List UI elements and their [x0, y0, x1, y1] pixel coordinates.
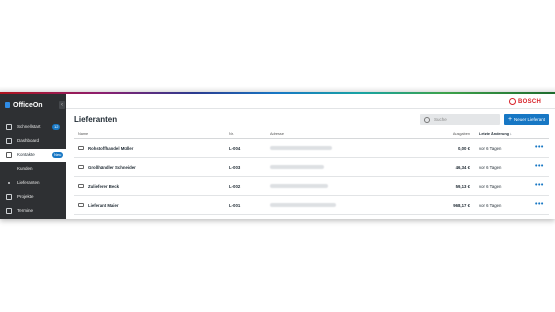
supplier-number: L-003: [229, 165, 241, 170]
folder-icon: [6, 194, 12, 200]
supplier-number: L-001: [229, 203, 241, 208]
truck-icon: [78, 203, 84, 207]
sidebar-item-label: Schnellstart: [17, 124, 41, 129]
plus-icon: +: [508, 116, 513, 123]
address-blurred: [270, 146, 332, 150]
new-supplier-button[interactable]: + Neuer Lieferant: [504, 114, 549, 125]
app-logo[interactable]: OfficeOn: [5, 100, 43, 110]
app-name: OfficeOn: [13, 101, 43, 109]
brand-logo: BOSCH: [509, 98, 541, 105]
table-row[interactable]: Lieferant Maier L-001 968,17 € vor 6 Tag…: [74, 196, 549, 215]
sidebar-item-label: Kontakte: [17, 152, 35, 157]
sidebar-item-label: Dashboard: [17, 138, 40, 143]
page-title: Lieferanten: [74, 115, 118, 124]
column-header-address[interactable]: Adresse: [270, 132, 284, 136]
main-content: BOSCH Lieferanten Suche + Neuer Lieferan…: [66, 94, 555, 219]
search-input[interactable]: Suche: [420, 114, 500, 125]
supplier-name: Großhändler Schneider: [88, 165, 136, 170]
more-options-icon[interactable]: •••: [535, 144, 544, 151]
supplier-spend: 46,34 €: [455, 165, 470, 170]
rocket-icon: [6, 124, 12, 130]
sidebar-subitem-label: Lieferanten: [17, 180, 40, 185]
sidebar-subitem-kunden[interactable]: Kunden: [0, 163, 66, 176]
search-icon: [424, 117, 430, 123]
column-header-nr[interactable]: Nr.: [229, 132, 234, 136]
search-placeholder: Suche: [434, 117, 447, 122]
address-blurred: [270, 184, 328, 188]
table-row[interactable]: Großhändler Schneider L-003 46,34 € vor …: [74, 158, 549, 177]
sidebar-item-dashboard[interactable]: Dashboard: [0, 135, 66, 148]
contacts-icon: [6, 152, 12, 158]
last-change: vor 6 Tagen: [479, 203, 502, 208]
supplier-number: L-002: [229, 184, 241, 189]
sidebar-subitem-label: Kunden: [17, 166, 33, 171]
last-change: vor 6 Tagen: [479, 146, 502, 151]
supplier-name: Rohstoffhandel Müller: [88, 146, 134, 151]
truck-icon: [78, 184, 84, 188]
sidebar-item-schnellstart[interactable]: Schnellstart 12: [0, 121, 66, 134]
sidebar-item-label: Projekte: [17, 194, 34, 199]
new-supplier-label: Neuer Lieferant: [514, 117, 546, 122]
header-divider: [66, 108, 555, 109]
active-dot-icon: [8, 182, 10, 184]
officeon-logo-icon: [5, 102, 10, 108]
sidebar-item-termine[interactable]: Termine: [0, 205, 66, 218]
supplier-name: Zulieferer Beck: [88, 184, 120, 189]
supplier-name: Lieferant Maier: [88, 203, 119, 208]
new-badge: Neu: [52, 152, 64, 158]
bosch-logo-icon: [509, 98, 516, 105]
table-row[interactable]: Zulieferer Beck L-002 59,13 € vor 6 Tage…: [74, 177, 549, 196]
sidebar: OfficeOn ‹ Schnellstart 12 Dashboard Kon…: [0, 94, 66, 219]
address-blurred: [270, 165, 324, 169]
supplier-spend: 59,13 €: [455, 184, 470, 189]
row-divider: [74, 214, 549, 215]
sidebar-collapse-button[interactable]: ‹: [59, 101, 65, 109]
truck-icon: [78, 165, 84, 169]
more-options-icon[interactable]: •••: [535, 163, 544, 170]
address-blurred: [270, 203, 336, 207]
table-row[interactable]: Rohstoffhandel Müller L-004 0,00 € vor 6…: [74, 139, 549, 158]
sidebar-subitem-lieferanten[interactable]: Lieferanten: [0, 177, 66, 190]
count-badge: 12: [52, 124, 61, 130]
more-options-icon[interactable]: •••: [535, 201, 544, 208]
sidebar-item-kontakte[interactable]: Kontakte Neu: [0, 149, 66, 162]
more-options-icon[interactable]: •••: [535, 182, 544, 189]
column-header-name[interactable]: Name: [78, 132, 88, 136]
supplier-spend: 968,17 €: [453, 203, 470, 208]
truck-icon: [78, 146, 84, 150]
column-header-last-change[interactable]: Letzte Änderung ↓: [479, 132, 512, 136]
dashboard-icon: [6, 138, 12, 144]
calendar-icon: [6, 208, 12, 214]
last-change: vor 6 Tagen: [479, 165, 502, 170]
sidebar-item-projekte[interactable]: Projekte: [0, 191, 66, 204]
column-header-spend[interactable]: Ausgaben: [434, 132, 470, 136]
last-change: vor 6 Tagen: [479, 184, 502, 189]
app-window: OfficeOn ‹ Schnellstart 12 Dashboard Kon…: [0, 92, 555, 219]
brand-name: BOSCH: [518, 98, 542, 105]
sidebar-item-label: Termine: [17, 208, 34, 213]
supplier-number: L-004: [229, 146, 241, 151]
supplier-spend: 0,00 €: [458, 146, 470, 151]
